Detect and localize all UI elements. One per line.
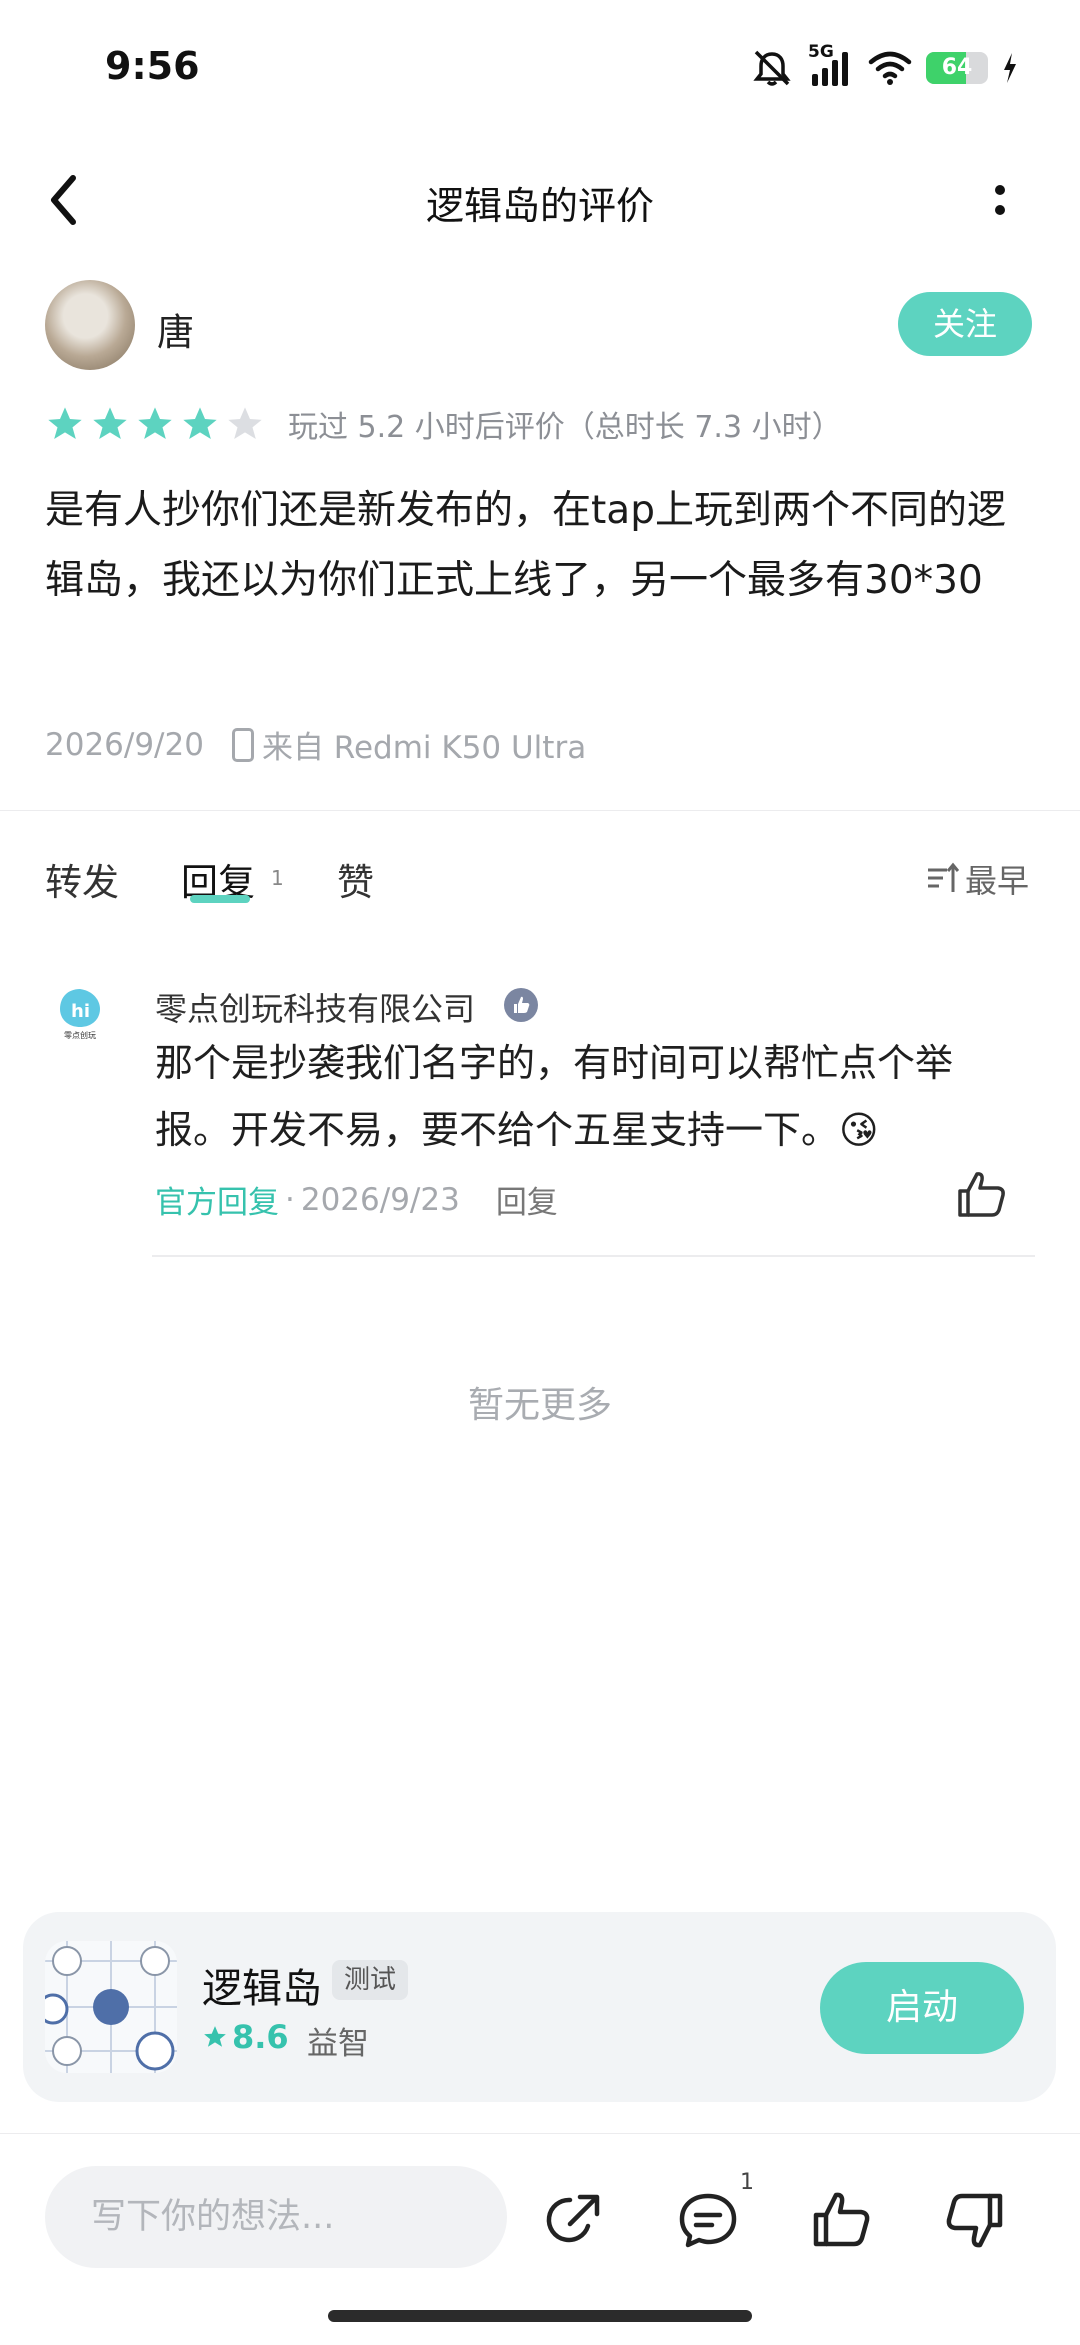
battery-level: 64 bbox=[941, 55, 973, 80]
mute-icon bbox=[753, 50, 791, 86]
star-filled-icon bbox=[138, 407, 172, 439]
divider bbox=[152, 1255, 1035, 1257]
company-logo-icon: hi 零点创玩 bbox=[60, 989, 100, 1040]
share-button[interactable] bbox=[542, 2188, 606, 2252]
meta-separator: · bbox=[285, 1181, 295, 1218]
verified-badge-icon bbox=[504, 988, 538, 1022]
share-icon bbox=[546, 2194, 600, 2243]
sort-icon bbox=[928, 862, 959, 892]
reply-avatar[interactable]: hi 零点创玩 bbox=[50, 985, 110, 1045]
play-time-info: 玩过 5.2 小时后评价（总时长 7.3 小时） bbox=[288, 410, 842, 445]
more-button[interactable] bbox=[978, 172, 1022, 232]
author-avatar[interactable] bbox=[45, 280, 135, 370]
divider bbox=[0, 810, 1080, 811]
review-text: 是有人抄你们还是新发布的，在tap上玩到两个不同的逻辑岛，我还以为你们正式上线了… bbox=[45, 488, 1006, 603]
star-empty-icon bbox=[228, 407, 262, 439]
svg-text:hi: hi bbox=[71, 1001, 90, 1022]
reply-date: 2026/9/23 bbox=[300, 1181, 460, 1218]
status-icons: 5G 64 bbox=[750, 42, 1018, 88]
no-more-label: 暂无更多 bbox=[467, 1385, 612, 1426]
game-rating-value: 8.6 bbox=[232, 2018, 289, 2056]
reply-like-button[interactable] bbox=[955, 1168, 1009, 1222]
launch-button[interactable]: 启动 bbox=[820, 1962, 1024, 2054]
rating-stars bbox=[45, 404, 265, 444]
official-reply-label: 官方回复 bbox=[155, 1185, 279, 1221]
game-genre: 益智 bbox=[307, 2026, 369, 2062]
sort-label: 最早 bbox=[965, 862, 1030, 900]
game-name[interactable]: 逻辑岛 bbox=[202, 1956, 322, 2014]
company-logo-text: 零点创玩 bbox=[64, 1030, 96, 1040]
wifi-icon bbox=[868, 51, 912, 85]
game-tag: 测试 bbox=[332, 1960, 409, 2000]
game-rating: 8.6 bbox=[202, 2018, 289, 2056]
sort-button[interactable]: 最早 bbox=[925, 856, 1029, 902]
battery-icon: 64 bbox=[926, 52, 988, 84]
tab-like[interactable]: 赞 bbox=[337, 852, 374, 906]
tab-forward[interactable]: 转发 bbox=[45, 852, 119, 906]
thumbs-down-icon bbox=[946, 2193, 1003, 2248]
more-vertical-icon bbox=[995, 185, 1005, 215]
phone-icon bbox=[231, 727, 254, 762]
star-filled-icon bbox=[48, 407, 82, 439]
game-icon[interactable] bbox=[45, 1941, 177, 2073]
star-icon bbox=[204, 2026, 226, 2047]
charging-icon bbox=[1004, 53, 1016, 83]
comment-input[interactable] bbox=[45, 2166, 507, 2268]
author-name[interactable]: 唐 bbox=[157, 302, 194, 356]
comments-count-badge: 1 bbox=[740, 2170, 754, 2195]
tab-reply-count: 1 bbox=[271, 866, 284, 890]
reply-author[interactable]: 零点创玩科技有限公司 bbox=[155, 984, 475, 1030]
thumbs-up-icon bbox=[958, 1172, 1005, 1217]
review-meta: 2026/9/20 来自 Redmi K50 Ultra bbox=[45, 722, 586, 767]
home-indicator[interactable] bbox=[328, 2310, 752, 2322]
game-board-icon bbox=[45, 1941, 177, 2073]
comment-icon bbox=[679, 2193, 737, 2248]
reply-text: 那个是抄袭我们名字的，有时间可以帮忙点个举报。开发不易，要不给个五星支持一下。😘 bbox=[155, 1041, 954, 1152]
like-button[interactable] bbox=[810, 2188, 874, 2252]
star-filled-icon bbox=[183, 407, 217, 439]
review-device: 来自 Redmi K50 Ultra bbox=[261, 730, 587, 766]
reply-to-reply-button[interactable]: 回复 bbox=[496, 1177, 558, 1222]
divider bbox=[0, 2133, 1080, 2134]
signal-icon: 5G bbox=[808, 42, 854, 88]
page-title: 逻辑岛的评价 bbox=[425, 184, 654, 228]
tab-active-indicator bbox=[190, 895, 250, 903]
dislike-button[interactable] bbox=[942, 2188, 1006, 2252]
follow-button[interactable]: 关注 bbox=[898, 292, 1032, 356]
thumbs-up-icon bbox=[813, 2192, 870, 2247]
status-time: 9:56 bbox=[105, 44, 200, 88]
star-filled-icon bbox=[93, 407, 127, 439]
review-date: 2026/9/20 bbox=[45, 726, 204, 763]
comments-button[interactable] bbox=[676, 2188, 740, 2252]
reply-meta: 官方回复 · 2026/9/23 回复 bbox=[155, 1177, 558, 1222]
